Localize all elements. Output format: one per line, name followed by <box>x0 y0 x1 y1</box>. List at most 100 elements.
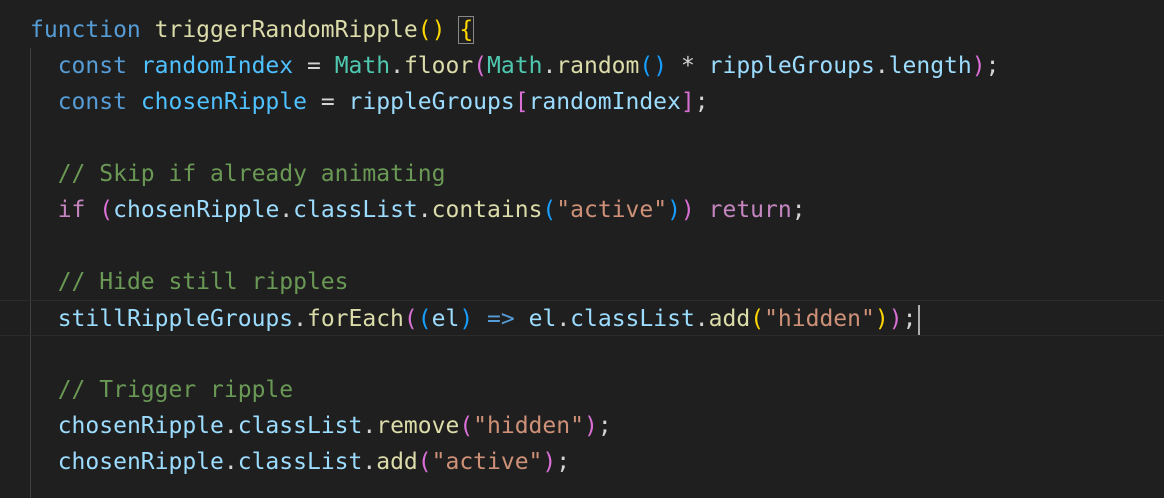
code-token: add <box>708 306 751 332</box>
code-token: // Trigger ripple <box>57 377 294 403</box>
code-token: = <box>306 89 349 115</box>
code-token: "active" <box>431 449 543 475</box>
code-line[interactable]: function triggerRandomRipple() { <box>0 12 1164 48</box>
code-line[interactable] <box>0 228 1164 264</box>
code-token: () <box>639 53 668 79</box>
code-token: "active" <box>556 197 668 223</box>
code-token: chosenRipple <box>113 197 280 223</box>
code-token: . <box>362 449 377 475</box>
code-token: // Hide still ripples <box>57 269 349 295</box>
code-token: . <box>694 306 709 332</box>
code-line[interactable]: chosenRipple.classList.remove("hidden"); <box>0 408 1164 444</box>
code-token: ) <box>680 197 695 223</box>
code-token: ) <box>583 413 598 439</box>
code-token: return <box>708 197 792 223</box>
code-line[interactable]: if (chosenRipple.classList.contains("act… <box>0 192 1164 228</box>
code-token: . <box>223 413 238 439</box>
code-token: "hidden" <box>473 413 584 439</box>
code-line[interactable]: // Hide still ripples <box>0 264 1164 300</box>
code-token: ( <box>417 306 432 332</box>
code-token: * <box>667 53 709 79</box>
code-token: classList <box>570 306 695 332</box>
code-token: const <box>57 53 127 79</box>
code-token: . <box>293 306 307 332</box>
text-cursor <box>918 304 921 335</box>
code-line[interactable]: const chosenRipple = rippleGroups[random… <box>0 84 1164 120</box>
code-token: randomIndex <box>528 89 681 115</box>
code-token: . <box>874 53 889 79</box>
code-token: . <box>542 53 557 79</box>
code-token: . <box>417 197 432 223</box>
code-token: ) <box>971 53 986 79</box>
code-token: contains <box>431 197 543 223</box>
code-token: ( <box>750 306 765 332</box>
code-token: ) <box>888 306 903 332</box>
code-line[interactable]: chosenRipple.classList.add("active"); <box>0 444 1164 480</box>
code-token: ] <box>680 89 695 115</box>
code-editor[interactable]: function triggerRandomRipple() { const r… <box>0 0 1164 498</box>
code-token: ; <box>597 413 612 439</box>
code-token: classList <box>237 413 363 439</box>
code-token: function <box>30 17 141 43</box>
code-token: ( <box>403 306 418 332</box>
code-line[interactable]: stillRippleGroups.forEach((el) => el.cla… <box>0 300 1164 336</box>
code-token: rippleGroups <box>708 53 875 79</box>
code-token: ; <box>791 197 806 223</box>
code-token: "hidden" <box>764 306 875 332</box>
code-token: ; <box>902 306 917 332</box>
code-token: Math <box>334 53 391 79</box>
code-token: chosenRipple <box>140 89 307 115</box>
code-token: classList <box>237 449 363 475</box>
code-line[interactable] <box>0 120 1164 156</box>
code-line[interactable]: // Skip if already animating <box>0 156 1164 192</box>
code-token: ( <box>459 413 474 439</box>
code-token: ) <box>459 306 474 332</box>
code-token: classList <box>293 197 418 223</box>
code-token: floor <box>403 53 474 79</box>
code-token: ( <box>473 53 488 79</box>
code-token: stillRippleGroups <box>57 306 294 332</box>
code-token: el <box>528 306 557 332</box>
code-token: const <box>57 89 127 115</box>
code-line[interactable] <box>0 336 1164 372</box>
code-token: ; <box>694 89 709 115</box>
code-token: length <box>888 53 972 79</box>
code-token: rippleGroups <box>348 89 515 115</box>
code-token: { <box>458 16 475 44</box>
code-token: () <box>417 17 446 43</box>
code-token: ) <box>542 449 557 475</box>
code-token: = <box>293 53 335 79</box>
code-token: ) <box>667 197 681 223</box>
code-token: ( <box>417 449 432 475</box>
code-token: // Skip if already animating <box>57 161 446 187</box>
code-token: triggerRandomRipple <box>154 17 418 43</box>
code-line[interactable]: // Trigger ripple <box>0 372 1164 408</box>
code-token: ( <box>542 197 557 223</box>
code-token: ; <box>556 449 571 475</box>
code-token: [ <box>514 89 529 115</box>
code-line[interactable]: const randomIndex = Math.floor(Math.rand… <box>0 48 1164 84</box>
code-token: . <box>223 449 238 475</box>
code-token: ( <box>99 197 114 223</box>
code-token: add <box>376 449 418 475</box>
code-token: ) <box>874 306 889 332</box>
code-token: Math <box>487 53 543 79</box>
code-token: chosenRipple <box>57 449 224 475</box>
code-token: . <box>390 53 404 79</box>
